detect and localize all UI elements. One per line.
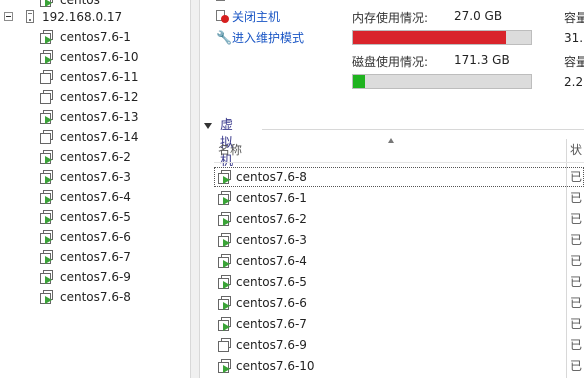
- vm-running-icon: [218, 317, 232, 331]
- vm-running-icon: [218, 212, 232, 226]
- disk-usage-label: 磁盘使用情况:: [352, 55, 429, 69]
- disk-capacity-label: 容量: [564, 55, 584, 69]
- table-row[interactable]: centos7.6-2 已: [214, 209, 584, 229]
- tree-item-label: centos7.6-14: [60, 130, 139, 144]
- vm-running-icon: [40, 250, 54, 264]
- vm-running-icon: [40, 50, 54, 64]
- vm-name-cell: centos7.6-1: [236, 191, 307, 205]
- vm-running-icon: [40, 110, 54, 124]
- vm-status-cell: 已: [570, 296, 583, 310]
- header-divider: [214, 162, 584, 163]
- table-row[interactable]: centos7.6-6 已: [214, 293, 584, 313]
- vm-stopped-icon: [218, 338, 232, 352]
- vm-running-icon: [218, 359, 232, 373]
- table-row[interactable]: centos7.6-5 已: [214, 272, 584, 292]
- vm-status-cell: 已: [570, 359, 583, 373]
- vm-stopped-icon: [40, 130, 54, 144]
- table-row[interactable]: centos7.6-4 已: [214, 251, 584, 271]
- vm-name-cell: centos7.6-7: [236, 317, 307, 331]
- vm-stopped-icon: [40, 70, 54, 84]
- memory-capacity-label: 容量: [564, 11, 584, 25]
- vm-status-cell: 已: [570, 254, 583, 268]
- vm-running-icon: [40, 230, 54, 244]
- vm-status-cell: 已: [570, 275, 583, 289]
- vm-status-cell: 已: [570, 191, 583, 205]
- disk-usage-value: 171.3 GB: [454, 53, 510, 67]
- disk-usage-fill: [353, 75, 366, 88]
- collapse-toggle-icon[interactable]: [4, 12, 13, 21]
- panel-splitter[interactable]: [190, 0, 200, 378]
- action-icon: [216, 0, 228, 3]
- vm-running-icon: [218, 296, 232, 310]
- vm-running-icon: [218, 275, 232, 289]
- disk-usage-bar: [352, 74, 532, 89]
- table-row[interactable]: centos7.6-1 已: [214, 188, 584, 208]
- column-header-name[interactable]: 名称: [218, 140, 242, 160]
- vm-running-icon: [218, 170, 232, 184]
- table-row[interactable]: centos7.6-9 已: [214, 335, 584, 355]
- vm-name-cell: centos7.6-9: [236, 338, 307, 352]
- vm-running-icon: [40, 290, 54, 304]
- tree-item-label: centos7.6-7: [60, 250, 131, 264]
- vm-status-cell: 已: [570, 212, 583, 226]
- memory-usage-fill: [353, 31, 507, 44]
- table-row[interactable]: centos7.6-8 已: [214, 167, 584, 187]
- memory-usage-bar: [352, 30, 532, 45]
- collapse-triangle-icon[interactable]: [204, 123, 212, 129]
- shutdown-icon: [216, 10, 229, 23]
- vm-name-cell: centos7.6-10: [236, 359, 315, 373]
- vm-status-cell: 已: [570, 170, 583, 184]
- vm-running-icon: [218, 191, 232, 205]
- memory-capacity-value: 31.5: [564, 31, 584, 45]
- vm-name-cell: centos7.6-5: [236, 275, 307, 289]
- tree-item-label: centos7.6-9: [60, 270, 131, 284]
- section-divider: [262, 129, 584, 130]
- vm-name-cell: centos7.6-2: [236, 212, 307, 226]
- tree-item-label: centos7.6-10: [60, 50, 139, 64]
- vm-running-icon: [40, 270, 54, 284]
- vm-running-icon: [40, 210, 54, 224]
- tree-item-label: centos7.6-6: [60, 230, 131, 244]
- vm-running-icon: [40, 0, 54, 7]
- vm-running-icon: [218, 254, 232, 268]
- vm-running-icon: [218, 233, 232, 247]
- host-label: 192.168.0.17: [42, 10, 123, 24]
- table-row[interactable]: centos7.6-7 已: [214, 314, 584, 334]
- vm-stopped-icon: [40, 90, 54, 104]
- vm-running-icon: [40, 190, 54, 204]
- vm-name-cell: centos7.6-8: [236, 170, 307, 184]
- tree-item-label: centos7.6-8: [60, 290, 131, 304]
- tree-item-label: centos7.6-11: [60, 70, 139, 84]
- vm-status-cell: 已: [570, 317, 583, 331]
- inventory-tree: centos 192.168.0.17 centos7.6-1 centos7.6…: [0, 0, 190, 378]
- sort-ascending-icon: [388, 138, 394, 143]
- server-icon: [26, 10, 34, 23]
- memory-usage-value: 27.0 GB: [454, 9, 503, 23]
- vm-name-cell: centos7.6-3: [236, 233, 307, 247]
- column-header-status[interactable]: 状: [570, 140, 582, 160]
- memory-usage-label: 内存使用情况:: [352, 11, 429, 25]
- tree-item-label: centos7.6-13: [60, 110, 139, 124]
- vm-running-icon: [40, 30, 54, 44]
- wrench-icon: 🔧: [216, 31, 233, 46]
- tree-item-label: centos7.6-12: [60, 90, 139, 104]
- vm-name-cell: centos7.6-4: [236, 254, 307, 268]
- vm-status-cell: 已: [570, 338, 583, 352]
- vm-status-cell: 已: [570, 233, 583, 247]
- tree-item-label: centos7.6-3: [60, 170, 131, 184]
- host-summary-panel: 关闭主机 🔧 进入维护模式 内存使用情况: 27.0 GB 容量 31.5 磁盘…: [200, 0, 584, 378]
- tree-item-label: centos7.6-4: [60, 190, 131, 204]
- tree-item-label: centos7.6-5: [60, 210, 131, 224]
- disk-capacity-value: 2.2: [564, 75, 584, 89]
- tree-item-label: centos7.6-1: [60, 30, 131, 44]
- vm-running-icon: [40, 150, 54, 164]
- table-row[interactable]: centos7.6-3 已: [214, 230, 584, 250]
- tree-item-label: centos7.6-2: [60, 150, 131, 164]
- table-row[interactable]: centos7.6-10 已: [214, 356, 584, 376]
- vm-running-icon: [40, 170, 54, 184]
- vm-name-cell: centos7.6-6: [236, 296, 307, 310]
